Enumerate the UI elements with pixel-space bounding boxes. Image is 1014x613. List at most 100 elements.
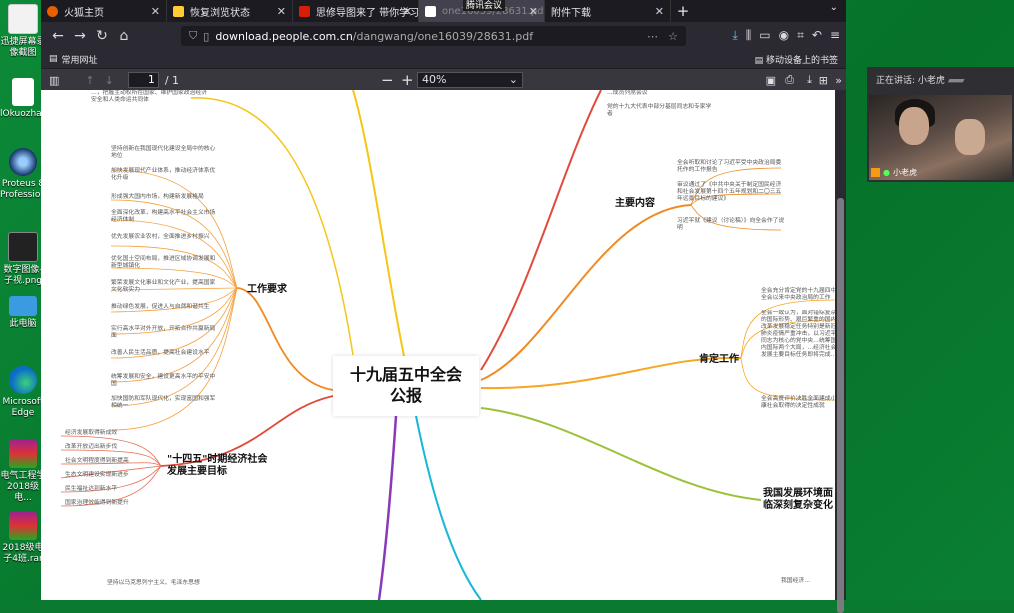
bookmark-star-icon[interactable]: ☆ — [668, 30, 678, 43]
participant-video[interactable]: ● 小老虎 — [869, 95, 1012, 180]
presentation-icon[interactable]: ▣ — [766, 74, 776, 87]
browser-window: 火狐主页 ✕ 恢复浏览状态 ✕ 思修导图来了 带你学习十… ✕ one16039… — [41, 0, 846, 613]
url-path: /dangwang/one16039/28631.pdf — [352, 29, 534, 43]
meeting-popup-label: 腾讯会议 — [463, 0, 506, 11]
new-tab-button[interactable]: + — [671, 0, 695, 22]
tab-restore-session[interactable]: 恢复浏览状态 ✕ — [167, 0, 293, 22]
warning-icon — [173, 5, 184, 17]
topic-work-requirements: 工作要求 — [247, 284, 287, 295]
sidebar-toggle-icon[interactable]: ▥ — [49, 74, 59, 87]
pdf-viewer[interactable]: …，把握主动权所在国家、维护国家政治经济安全和人类命运共同体 坚持创新在我国现代… — [41, 90, 835, 600]
winrar-icon — [9, 440, 37, 468]
tab-firefox-home[interactable]: 火狐主页 ✕ — [41, 0, 167, 22]
desktop-icon-label: 电气工程学 2018级电... — [0, 471, 46, 503]
audio-wave-icon: ▰▰▰ — [947, 76, 965, 86]
mindmap-leaf: 习近平就《建议（讨论稿）》向全会作了说明 — [677, 218, 785, 231]
mobile-bookmarks-link[interactable]: ▤ 移动设备上的书签 — [755, 53, 838, 66]
mindmap-leaf: 我国经济… — [781, 578, 810, 584]
navigation-bar: ← → ↻ ⌂ ⛉ ▯ download.people.com.cn /dang… — [41, 22, 846, 50]
desktop-icon-proteus[interactable]: Proteus 8 Professio... — [0, 148, 49, 201]
desktop-icon-archive-1[interactable]: 电气工程学 2018级电... — [0, 440, 46, 504]
edge-browser-icon — [9, 366, 37, 394]
tab-label: 附件下载 — [551, 7, 591, 19]
undo-icon[interactable]: ↶ — [812, 28, 822, 43]
mindmap-leaf: 形成强大国内市场，构建新发展格局 — [111, 194, 204, 200]
close-icon[interactable]: ✕ — [403, 5, 412, 18]
close-icon[interactable]: ✕ — [529, 5, 538, 18]
bookmarks-bar: ▤ 常用网址 ▤ 移动设备上的书签 — [41, 50, 846, 68]
participant-name: 小老虎 — [892, 168, 917, 177]
winrar-icon — [9, 512, 37, 540]
library-icon[interactable]: ⫼ — [746, 28, 752, 43]
url-host: download.people.com.cn — [215, 29, 353, 43]
mindmap-leaf: 加快发展现代产业体系，推动经济体系优化升级 — [111, 168, 216, 181]
mindmap-leaf: 加快国防和军队现代化，实现富国和强军相统一 — [111, 396, 216, 409]
participant-tag: ● 小老虎 — [871, 167, 917, 178]
tab-pdf[interactable]: one16039/28631.pdf ✕ 腾讯会议 — [419, 0, 545, 22]
screenshot-icon[interactable]: ⌗ — [797, 28, 804, 43]
mindmap-leaf: 全会充分肯定党的十九届四中全会以来中央政治局的工作 — [761, 288, 835, 301]
mindmap-leaf: 经济发展取得新成效 — [65, 430, 118, 436]
close-icon[interactable]: ✕ — [277, 5, 286, 18]
desktop-icon-file[interactable]: lOkuozhan... — [0, 78, 56, 120]
mindmap-leaf: 国家治理效能得到新提升 — [65, 500, 129, 506]
reload-icon[interactable]: ↻ — [91, 28, 113, 44]
desktop-icon-label: 迅捷屏幕录像截图 — [0, 37, 46, 58]
topic-main-content: 主要内容 — [615, 198, 655, 209]
chevron-down-icon: ⌄ — [508, 73, 518, 86]
desktop-icon-this-pc[interactable]: 此电脑 — [0, 296, 46, 330]
mindmap-leaf: 统筹发展和安全，建设更高水平的平安中国 — [111, 374, 216, 387]
account-icon[interactable]: ◉ — [779, 28, 789, 43]
desktop-icon-image[interactable]: 数字图像-子视.png — [0, 232, 46, 287]
mindmap-leaf: …成员列席会议 — [607, 90, 648, 96]
bookmark-icon[interactable]: ⊞ — [819, 74, 828, 87]
center-title-line-2: 公报 — [389, 386, 422, 405]
save-icon[interactable]: ⤓ — [807, 73, 812, 87]
back-icon[interactable]: ← — [47, 28, 69, 44]
bookmark-item[interactable]: 常用网址 — [62, 53, 98, 66]
previous-page-icon[interactable]: ↑ — [85, 74, 94, 87]
tab-list-chevron-icon[interactable]: ⌄ — [830, 2, 838, 13]
vertical-scrollbar[interactable] — [835, 90, 846, 613]
scrollbar-thumb[interactable] — [837, 198, 844, 613]
topic-environment: 我国发展环境面临深刻复杂变化 — [763, 488, 833, 511]
computer-icon — [9, 296, 37, 316]
tab-mindmap[interactable]: 思修导图来了 带你学习十… ✕ — [293, 0, 419, 22]
mindmap-leaf: 全面深化改革，构建高水平社会主义市场经济体制 — [111, 210, 216, 223]
desktop-icon-edge[interactable]: Microsoft Edge — [0, 366, 46, 419]
sidebar-icon[interactable]: ▭ — [759, 28, 770, 43]
mindmap-leaf: 党的十九大代表中部分基层同志和专家学者 — [607, 104, 712, 117]
mobile-bookmarks-label: 移动设备上的书签 — [765, 55, 838, 66]
zoom-select[interactable]: 40% ⌄ — [417, 72, 523, 88]
more-tools-icon[interactable]: » — [835, 74, 842, 87]
page-number-input[interactable]: 1 — [127, 72, 159, 88]
close-icon[interactable]: ✕ — [151, 5, 160, 18]
url-bar[interactable]: ⛉ ▯ download.people.com.cn /dangwang/one… — [181, 26, 686, 46]
document-icon — [12, 78, 34, 106]
forward-icon[interactable]: → — [69, 28, 91, 44]
meeting-panel: 正在讲话: 小老虎 ▰▰▰ ● 小老虎 — [867, 67, 1014, 182]
speaking-indicator: 正在讲话: 小老虎 ▰▰▰ — [867, 67, 1014, 92]
desktop-icon-archive-2[interactable]: 2018级电子4班.rar — [0, 512, 46, 565]
pdf-toolbar: ▥ ↑ ↓ 1 / 1 − + 40% ⌄ ▣ ⎙ ⤓ ⊞ » — [41, 68, 846, 91]
mindmap-leaf: 社会文明程度得到新提高 — [65, 458, 129, 464]
party-flag-icon — [299, 5, 310, 17]
page-actions-icon[interactable]: ⋯ — [647, 30, 658, 43]
menu-icon[interactable]: ≡ — [830, 28, 840, 43]
speaking-label: 正在讲话: 小老虎 — [876, 76, 945, 86]
print-icon[interactable]: ⎙ — [785, 73, 794, 87]
pdf-file-icon — [425, 5, 436, 17]
next-page-icon[interactable]: ↓ — [105, 74, 114, 87]
zoom-in-icon[interactable]: + — [401, 71, 414, 89]
folder-icon: ▤ — [754, 55, 766, 66]
desktop-icon-screen-recorder[interactable]: 迅捷屏幕录像截图 — [0, 4, 46, 59]
tab-label: 恢复浏览状态 — [190, 7, 250, 19]
desktop-icon-label: 数字图像-子视.png — [3, 265, 43, 286]
image-file-icon — [8, 232, 38, 262]
home-icon[interactable]: ⌂ — [113, 28, 135, 44]
download-icon[interactable]: ⤓ — [732, 28, 737, 43]
close-icon[interactable]: ✕ — [655, 5, 664, 18]
tab-attachments[interactable]: 附件下载 ✕ — [545, 0, 671, 22]
topic-goals: "十四五"时期经济社会发展主要目标 — [167, 454, 268, 477]
zoom-out-icon[interactable]: − — [381, 71, 394, 89]
